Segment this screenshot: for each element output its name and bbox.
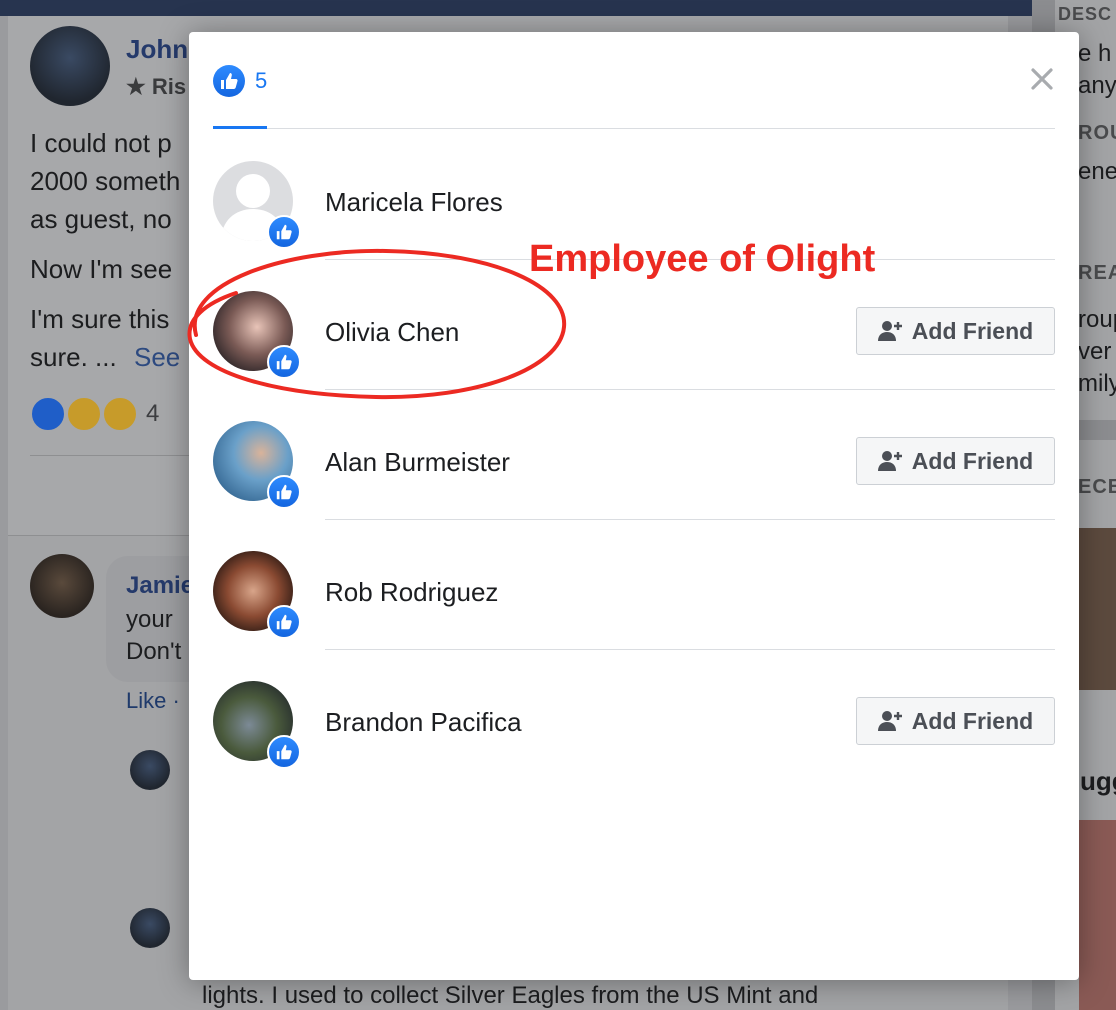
person-name[interactable]: Alan Burmeister [325,447,510,478]
row-divider [325,519,1055,520]
post-author-avatar[interactable] [30,26,110,106]
sad-reaction-icon[interactable] [102,396,138,432]
add-friend-label: Add Friend [911,447,1034,474]
add-friend-button[interactable]: Add Friend [856,437,1055,485]
like-badge-icon [267,345,301,379]
sidebar-text: mily [1078,370,1116,397]
annotation-label: Employee of Olight [529,238,876,280]
row-divider [325,389,1055,390]
row-divider [325,649,1055,650]
tab-count: 5 [255,68,268,93]
add-friend-label: Add Friend [911,317,1034,344]
add-friend-icon [877,321,902,341]
tab-all-likes[interactable]: 5 [213,64,267,98]
post-text-line: Now I'm see [30,254,173,284]
post-author-name[interactable]: John [126,34,188,65]
post-author-badge: ★ Ris [126,74,187,99]
like-badge-icon [267,605,301,639]
reply-avatar[interactable] [130,750,170,790]
like-badge-icon [267,475,301,509]
reaction-count[interactable]: 4 [146,400,159,428]
person-name[interactable]: Olivia Chen [325,317,459,348]
star-icon: ★ [126,74,152,99]
commenter-name[interactable]: Jamie [126,572,194,600]
sidebar-text: e h [1078,40,1112,67]
close-icon[interactable] [1029,66,1055,92]
person-name[interactable]: Maricela Flores [325,187,503,218]
add-friend-label: Add Friend [911,707,1034,734]
right-sidebar-photo [1079,528,1116,690]
reply-text-line: lights. I used to collect Silver Eagles … [202,982,819,1009]
add-friend-button[interactable]: Add Friend [856,307,1055,355]
post-text-line: sure. ... [30,342,117,372]
post-text-line: 2000 someth [30,166,181,196]
reply-avatar[interactable] [130,908,170,948]
post-text-line: as guest, no [30,204,172,234]
commenter-avatar[interactable] [30,554,94,618]
sidebar-text: any [1078,72,1116,99]
comment-text-line: your [126,606,173,633]
comment-like-link[interactable]: Like · [126,688,180,714]
sidebar-heading: DESC [1058,4,1113,24]
list-item: Rob Rodriguez [213,519,1055,649]
sidebar-heading: ugg [1080,766,1116,796]
sidebar-text: roup [1078,306,1116,333]
like-badge-icon [267,215,301,249]
sidebar-heading: ECE [1078,476,1116,498]
comment-text-line: Don't [126,638,182,665]
like-reaction-icon[interactable] [30,396,66,432]
sidebar-heading: ROU [1078,122,1116,144]
person-name[interactable]: Rob Rodriguez [325,577,498,608]
haha-reaction-icon[interactable] [66,396,102,432]
sidebar-text: ene [1078,158,1116,185]
add-friend-icon [877,451,902,471]
like-badge-icon [267,735,301,769]
add-friend-button[interactable]: Add Friend [856,697,1055,745]
person-name[interactable]: Brandon Pacifica [325,707,522,738]
reactions-dialog: 5 Maricela Flores Olivia Chen Add Friend [189,32,1079,980]
right-sidebar-photo [1079,820,1116,1010]
add-friend-icon [877,711,902,731]
top-navigation-bar [0,0,1116,16]
sidebar-text: ver t [1078,338,1116,365]
sidebar-heading: REAT [1078,262,1116,284]
list-item: Alan Burmeister Add Friend [213,389,1055,519]
post-text-line: I could not p [30,128,172,158]
thumbs-up-icon [213,65,245,97]
see-more-link[interactable]: See [134,342,180,373]
post-text-line: I'm sure this [30,304,170,334]
list-item: Brandon Pacifica Add Friend [213,649,1055,779]
